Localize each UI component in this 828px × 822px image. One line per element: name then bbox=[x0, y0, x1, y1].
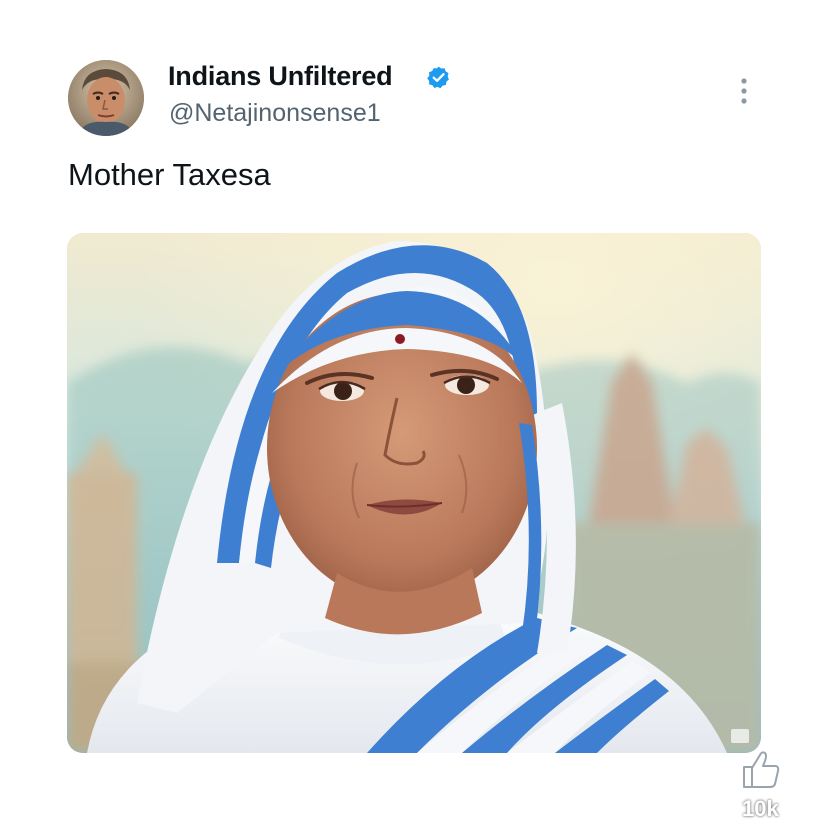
tweet-text: Mother Taxesa bbox=[68, 157, 271, 192]
thumbs-up-icon[interactable] bbox=[738, 747, 784, 793]
avatar-image bbox=[68, 60, 144, 136]
author-handle[interactable]: @Netajinonsense1 bbox=[169, 99, 381, 128]
tweet-card: Indians Unfiltered @Netajinonsense1 Moth… bbox=[0, 0, 828, 821]
tweet-media[interactable] bbox=[67, 233, 761, 753]
portrait-photo bbox=[67, 233, 761, 753]
author-avatar[interactable] bbox=[68, 60, 144, 136]
verified-badge-icon bbox=[427, 66, 449, 89]
more-options-icon[interactable] bbox=[733, 76, 755, 106]
like-count: 10k bbox=[742, 796, 779, 821]
author-name[interactable]: Indians Unfiltered bbox=[168, 61, 393, 92]
